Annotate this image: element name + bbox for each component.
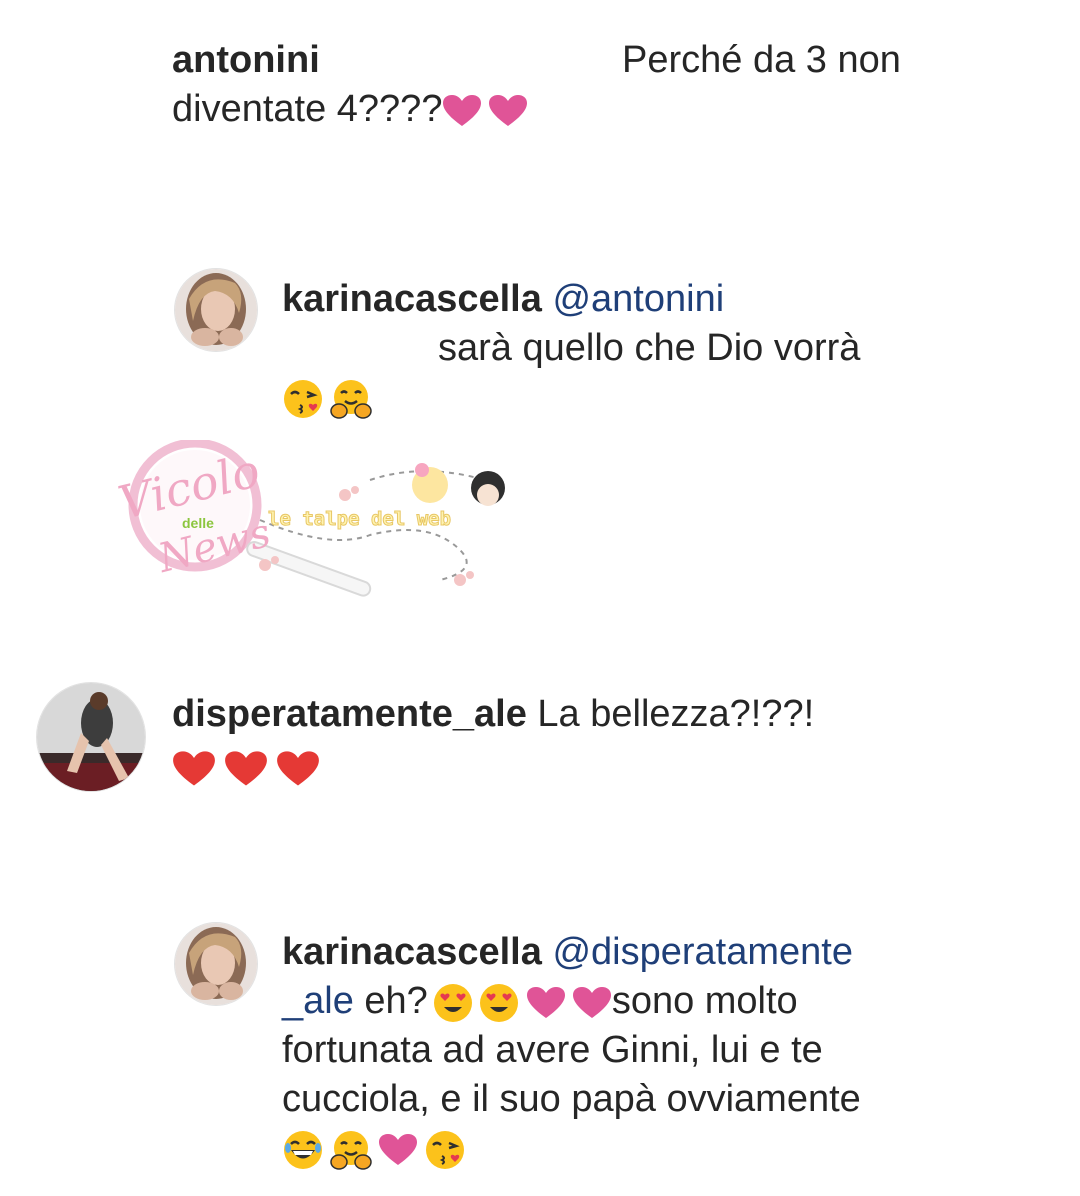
comment-disperatamente-ale: disperatamente_ale La bellezza?!??! (172, 690, 932, 792)
mention-link[interactable]: @disperatamente (552, 931, 853, 973)
kissing-face-icon (284, 379, 322, 418)
comment-karinacascella-reply: karinacascella @disperatamente _ale eh? s… (282, 928, 982, 1173)
comment-username[interactable]: antonini (172, 39, 320, 81)
avatar[interactable] (174, 268, 258, 352)
comment-text: Perché da 3 non (622, 39, 901, 81)
red-heart-icon (225, 751, 267, 786)
comment-text: sono molto (611, 980, 798, 1022)
red-heart-icon (173, 751, 215, 786)
comment-username[interactable]: disperatamente_ale (172, 693, 527, 735)
comment-text: cucciola, e il suo papà ovviamente (282, 1078, 861, 1120)
comment-karinacascella: karinacascella @antonini sarà quello che… (282, 275, 932, 422)
mention-link[interactable]: @antonini (552, 278, 724, 320)
pink-heart-icon (379, 1133, 417, 1165)
avatar[interactable] (174, 922, 258, 1006)
comment-text: diventate 4???? (172, 88, 443, 130)
kissing-face-icon (426, 1130, 464, 1169)
comment-antonini: antonini Perché da 3 non diventate 4???? (172, 36, 932, 134)
watermark-tagline: le talpe del web (268, 508, 451, 530)
hugging-face-icon (330, 379, 372, 419)
mention-link[interactable]: _ale (282, 980, 354, 1022)
comment-text: fortunata ad avere Ginni, lui e te (282, 1029, 823, 1071)
comment-username[interactable]: karinacascella (282, 278, 542, 320)
hugging-face-icon (330, 1130, 372, 1170)
comment-username[interactable]: karinacascella (282, 931, 542, 973)
pink-heart-icon (572, 986, 611, 1018)
heart-eyes-face-icon (479, 983, 518, 1022)
red-heart-icon (277, 751, 319, 786)
pink-heart-icon (526, 986, 565, 1018)
comment-text: sarà quello che Dio vorrà (438, 327, 861, 369)
heart-eyes-face-icon (433, 983, 472, 1022)
laughing-face-icon (284, 1130, 322, 1169)
comment-text: eh? (353, 980, 428, 1022)
pink-heart-icon (489, 94, 528, 126)
watermark-logo: Vicolo delle News le talpe del web (100, 438, 540, 610)
pink-heart-icon (443, 94, 482, 126)
comment-text: La bellezza?!??! (537, 693, 815, 735)
avatar[interactable] (36, 682, 146, 792)
